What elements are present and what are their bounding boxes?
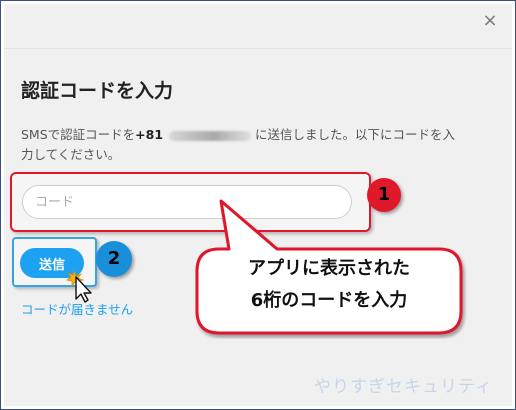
- instruction-suffix: に送信しました。以下にコードを入: [255, 127, 456, 142]
- callout-line-2: 6桁のコードを入力: [250, 290, 408, 311]
- instruction-text: SMSで認証コードを+81 に送信しました。以下にコードを入 力してください。: [21, 125, 499, 165]
- instruction-line2: 力してください。: [21, 147, 121, 162]
- step-badge-2: 2: [96, 241, 132, 277]
- redacted-phone-number: [169, 130, 252, 141]
- phone-country-code: +81: [135, 127, 164, 142]
- page-title: 認証コードを入力: [21, 80, 174, 102]
- close-icon[interactable]: ×: [482, 12, 498, 30]
- screenshot-frame: × 認証コードを入力 SMSで認証コードを+81 に送信しました。以下にコードを入…: [0, 0, 516, 410]
- callout-line-1: アプリに表示された: [248, 258, 410, 279]
- callout-text: アプリに表示された 6桁のコードを入力: [189, 253, 469, 317]
- header-divider: [4, 48, 512, 49]
- instruction-callout: アプリに表示された 6桁のコードを入力: [189, 199, 469, 339]
- instruction-prefix: SMSで認証コードを: [21, 127, 136, 142]
- watermark: やりすぎセキュリティ: [314, 377, 493, 397]
- mouse-cursor-icon: [66, 269, 92, 303]
